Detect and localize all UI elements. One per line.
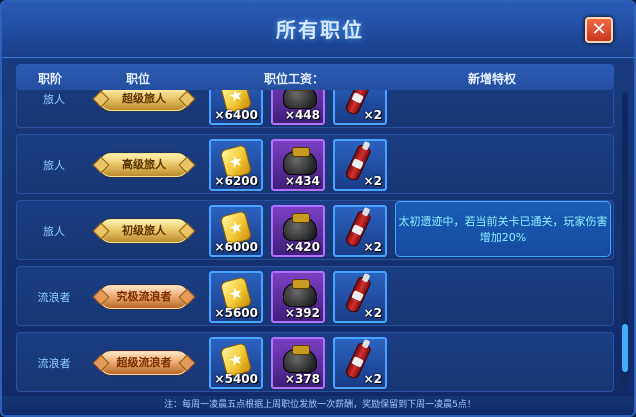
reward-slot[interactable]: ×434	[271, 139, 325, 191]
reward-count: ×6200	[214, 174, 258, 188]
reward-slot[interactable]: ×2	[333, 271, 387, 323]
reward-count: ×5600	[214, 306, 258, 320]
positions-list[interactable]: 旅人 超级旅人 ★ ×6400 ×448 ×2 旅人 高级旅人 ★ ×6200	[16, 90, 614, 394]
bag-icon	[283, 213, 317, 241]
reward-slot[interactable]: ×448	[271, 90, 325, 125]
rank-name: 流浪者	[37, 357, 71, 370]
rank-name: 流浪者	[37, 291, 71, 304]
reward-slot[interactable]: ★ ×6000	[209, 205, 263, 257]
reward-slot[interactable]: ★ ×5400	[209, 337, 263, 389]
table-header: 职阶 职位 职位工资： 新增特权	[16, 64, 614, 90]
reward-slot[interactable]: ×392	[271, 271, 325, 323]
reward-count: ×448	[284, 108, 320, 122]
rank-name: 旅人	[43, 225, 65, 238]
close-button[interactable]: ✕	[585, 17, 613, 43]
position-badge: 超级流浪者	[99, 351, 189, 375]
scrollbar-thumb[interactable]	[622, 324, 628, 372]
bag-icon	[283, 147, 317, 175]
positions-panel: 所有职位 ✕ 职阶 职位 职位工资： 新增特权 旅人 超级旅人 ★ ×6400 …	[0, 0, 636, 417]
position-badge: 超级旅人	[99, 90, 189, 111]
reward-count: ×2	[363, 108, 382, 122]
table-row: 旅人 高级旅人 ★ ×6200 ×434 ×2	[16, 134, 614, 194]
header-rank: 职阶	[38, 72, 63, 86]
header-position: 职位	[126, 72, 151, 86]
privilege-text: 太初遗迹中，若当前关卡已通关，玩家伤害增加20%	[395, 201, 611, 257]
reward-count: ×6400	[214, 108, 258, 122]
reward-slot[interactable]: ★ ×5600	[209, 271, 263, 323]
rank-name: 旅人	[43, 159, 65, 172]
table-row: 旅人 初级旅人 ★ ×6000 ×420 ×2 太初遗迹中，若当前关卡已通关，玩…	[16, 200, 614, 260]
reward-slot[interactable]: ×2	[333, 337, 387, 389]
bag-icon	[283, 345, 317, 373]
panel-title: 所有职位	[276, 18, 364, 42]
table-row: 流浪者 超级流浪者 ★ ×5400 ×378 ×2	[16, 332, 614, 392]
reward-slot[interactable]: ×2	[333, 90, 387, 125]
reward-slot[interactable]: ★ ×6400	[209, 90, 263, 125]
reward-count: ×378	[284, 372, 320, 386]
header-salary: 职位工资：	[264, 72, 325, 86]
bag-icon	[283, 279, 317, 307]
reward-count: ×5400	[214, 372, 258, 386]
reward-count: ×2	[363, 372, 382, 386]
reward-slot[interactable]: ×2	[333, 139, 387, 191]
reward-count: ×392	[284, 306, 320, 320]
reward-count: ×2	[363, 174, 382, 188]
rank-name: 旅人	[43, 93, 65, 106]
reward-slot[interactable]: ×378	[271, 337, 325, 389]
close-icon: ✕	[591, 19, 607, 40]
reward-slot[interactable]: ×2	[333, 205, 387, 257]
reward-count: ×434	[284, 174, 320, 188]
reward-count: ×6000	[214, 240, 258, 254]
bag-icon	[283, 90, 317, 109]
header-privilege: 新增特权	[468, 72, 517, 86]
position-badge: 高级旅人	[99, 153, 189, 177]
position-badge: 初级旅人	[99, 219, 189, 243]
reward-slot[interactable]: ×420	[271, 205, 325, 257]
footer-note: 注：每周一凌晨五点根据上周职位发放一次薪酬，奖励保留到下周一凌晨5点！	[2, 396, 634, 415]
reward-count: ×420	[284, 240, 320, 254]
reward-slot[interactable]: ★ ×6200	[209, 139, 263, 191]
reward-count: ×2	[363, 240, 382, 254]
reward-count: ×2	[363, 306, 382, 320]
table-row: 旅人 超级旅人 ★ ×6400 ×448 ×2	[16, 90, 614, 128]
position-badge: 究极流浪者	[99, 285, 189, 309]
table-row: 流浪者 究极流浪者 ★ ×5600 ×392 ×2	[16, 266, 614, 326]
